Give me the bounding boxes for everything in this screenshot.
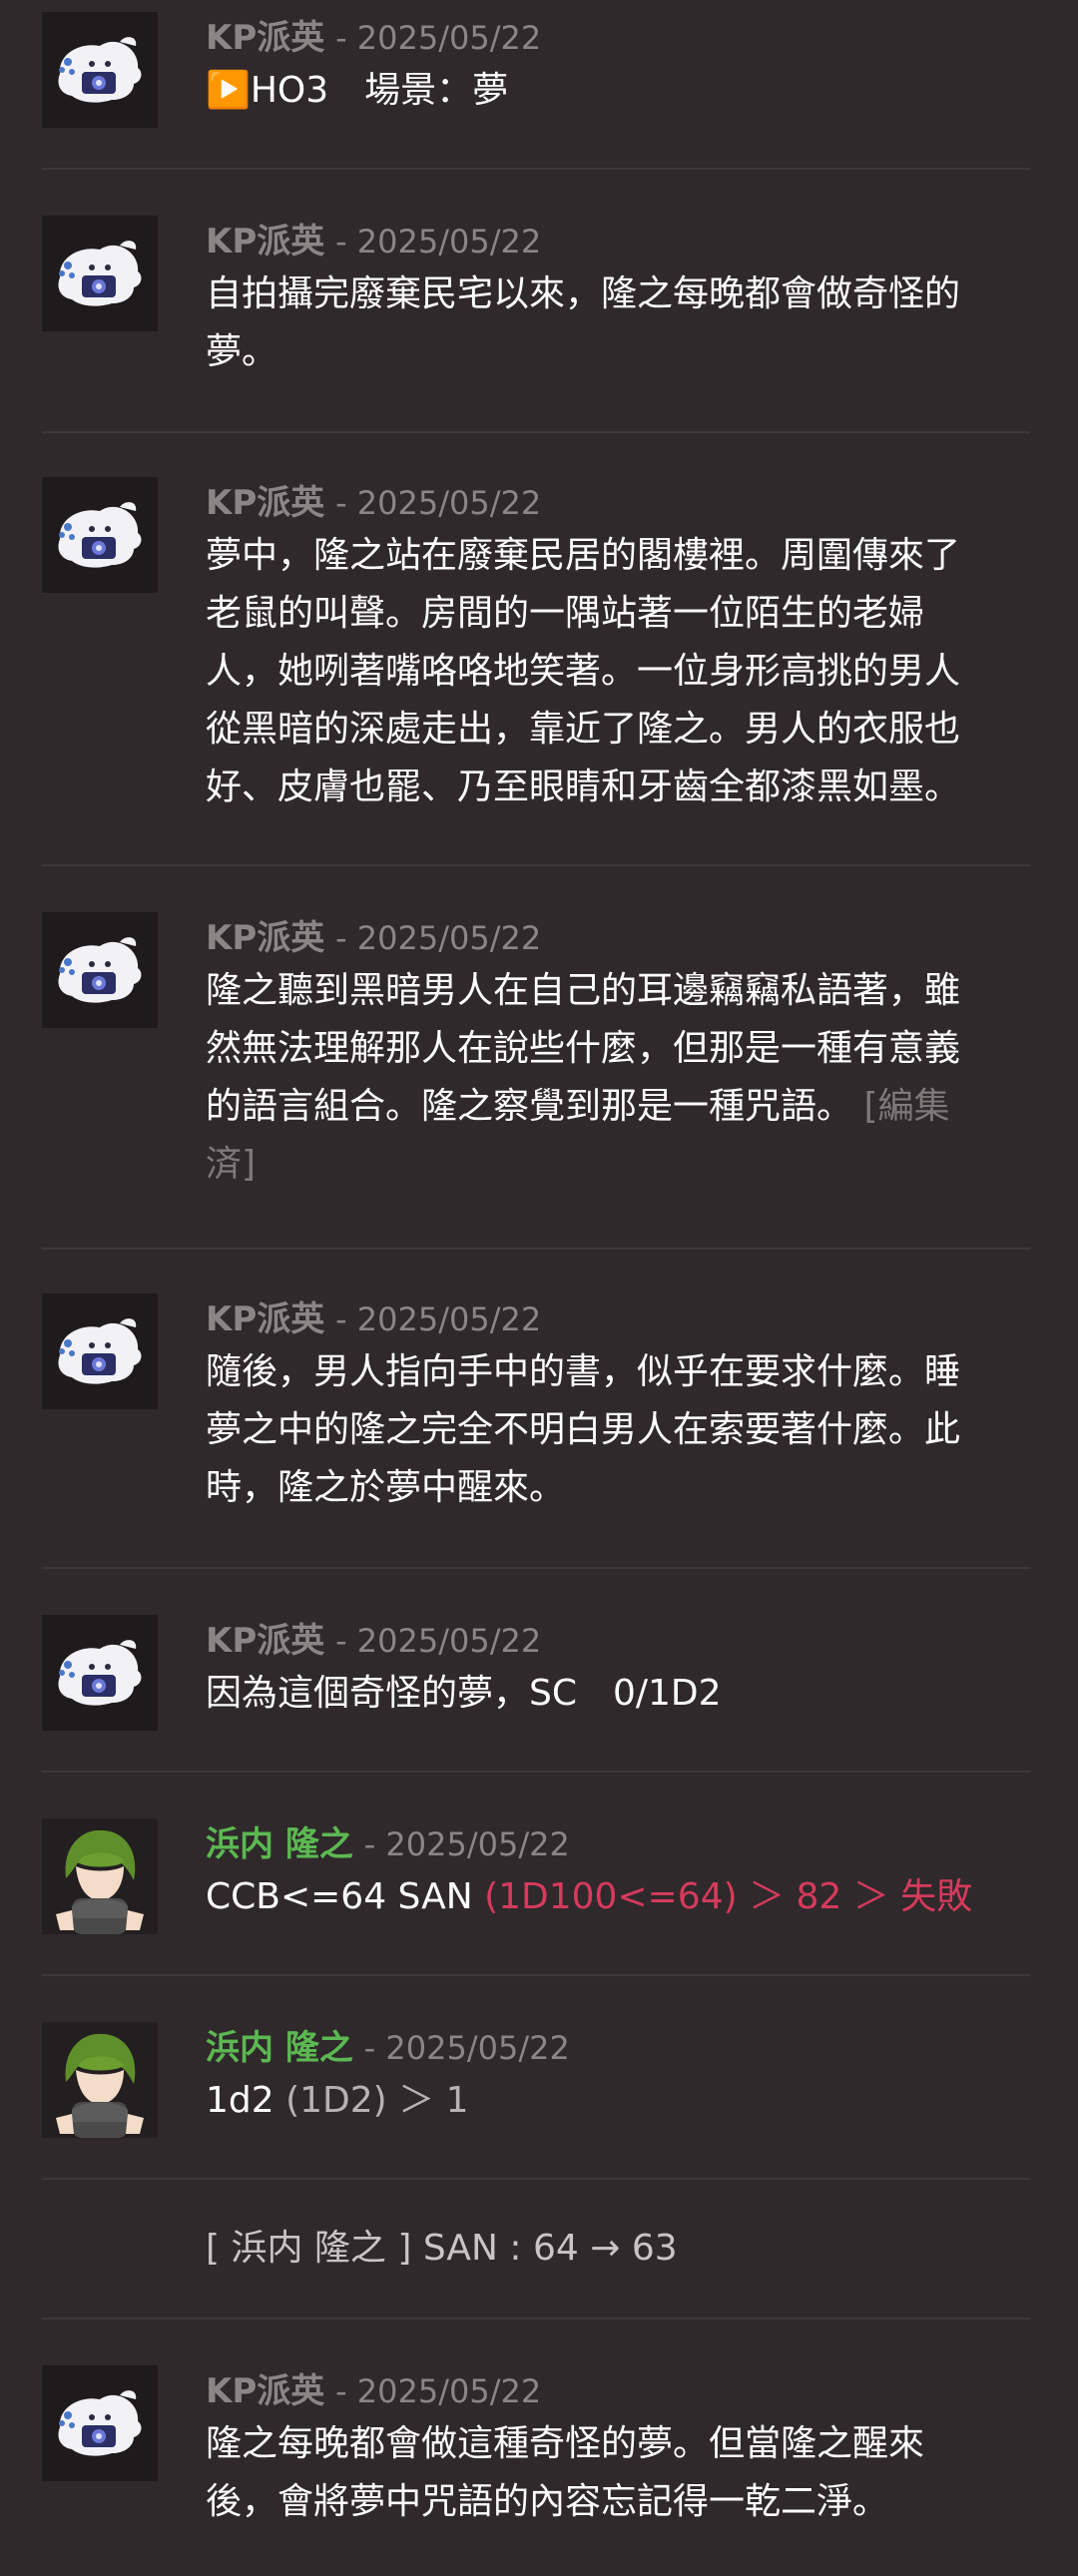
message-line: 夢之中的隆之完全不明白男人在索要著什麼。此 xyxy=(206,1409,961,1450)
sender-name[interactable]: KP派英 xyxy=(206,222,324,261)
message-line: 隆之聽到黑暗男人在自己的耳邊竊竊私語著，雖 xyxy=(206,970,961,1011)
dice-result: ＞ 1 xyxy=(386,2080,469,2121)
ghost-avatar[interactable] xyxy=(42,2365,158,2481)
message-header: KP派英 - 2025/05/22 xyxy=(206,479,1030,527)
message-header: KP派英 - 2025/05/22 xyxy=(206,218,1030,265)
message-divider xyxy=(42,2318,1030,2319)
ghost-avatar[interactable] xyxy=(42,216,158,331)
message-header: KP派英 - 2025/05/22 xyxy=(206,1617,1030,1665)
message-line: 夢。 xyxy=(206,331,278,372)
header-separator: - xyxy=(363,2029,386,2067)
header-separator: - xyxy=(335,19,357,57)
message-header: KP派英 - 2025/05/22 xyxy=(206,914,1030,962)
header-separator: - xyxy=(363,1825,386,1863)
message-body: 隨後，男人指向手中的書，似乎在要求什麼。睡 夢之中的隆之完全不明白男人在索要著什… xyxy=(206,1343,1030,1517)
chat-message: KP派英 - 2025/05/22 隆之每晚都會做這種奇怪的夢。但當隆之醒來 後… xyxy=(42,2365,1030,2555)
green-hair-character-avatar[interactable] xyxy=(42,2022,158,2138)
message-body: 隆之聽到黑暗男人在自己的耳邊竊竊私語著，雖 然無法理解那人在說些什麼，但那是一種… xyxy=(206,962,1030,1194)
chat-message: 浜内 隆之 - 2025/05/22 CCB<=64 SAN (1D100<=6… xyxy=(42,1818,1030,1948)
message-divider xyxy=(42,1248,1030,1250)
sender-name[interactable]: KP派英 xyxy=(206,2371,324,2411)
message-divider xyxy=(42,1771,1030,1773)
message-divider xyxy=(42,1567,1030,1569)
ghost-avatar[interactable] xyxy=(42,1615,158,1731)
message-line: 自拍攝完廢棄民宅以來，隆之每晚都會做奇怪的 xyxy=(206,273,961,314)
header-separator: - xyxy=(335,1622,357,1660)
message-divider xyxy=(42,1974,1030,1976)
chat-message: KP派英 - 2025/05/22 隨後，男人指向手中的書，似乎在要求什麼。睡 … xyxy=(42,1293,1030,1543)
message-date: 2025/05/22 xyxy=(356,1300,542,1338)
message-line: 的語言組合。隆之察覺到那是一種咒語。 [編集 xyxy=(206,1078,1030,1136)
header-separator: - xyxy=(335,919,357,957)
message-line: 時，隆之於夢中醒來。 xyxy=(206,1467,566,1508)
ghost-avatar[interactable] xyxy=(42,12,158,128)
header-separator: - xyxy=(335,484,357,522)
message-date: 2025/05/22 xyxy=(356,223,542,260)
message-line: 隨後，男人指向手中的書，似乎在要求什麼。睡 xyxy=(206,1351,961,1392)
message-divider xyxy=(42,431,1030,433)
message-body: ▶️HO3 場景：夢 xyxy=(206,62,1030,120)
message-line: 從黑暗的深處走出，靠近了隆之。男人的衣服也 xyxy=(206,709,961,750)
message-line: 好、皮膚也罷、乃至眼睛和牙齒全都漆黑如墨。 xyxy=(206,767,961,807)
message-line: 後，會將夢中咒語的內容忘記得一乾二淨。 xyxy=(206,2481,889,2522)
dice-result-fail: (1D100<=64) ＞ 82 ＞ 失敗 xyxy=(484,1876,973,1917)
message-header: 浜内 隆之 - 2025/05/22 xyxy=(206,1820,1030,1868)
sender-name[interactable]: KP派英 xyxy=(206,918,324,958)
dice-command: 1d2 xyxy=(206,2080,286,2121)
message-body: 因為這個奇怪的夢，SC 0/1D2 xyxy=(206,1665,1030,1723)
message-date: 2025/05/22 xyxy=(356,919,542,957)
message-date: 2025/05/22 xyxy=(385,1825,570,1863)
chat-log: KP派英 - 2025/05/22 ▶️HO3 場景：夢 KP派英 - 2025… xyxy=(0,0,1078,2576)
chat-message: KP派英 - 2025/05/22 自拍攝完廢棄民宅以來，隆之每晚都會做奇怪的 … xyxy=(42,216,1030,405)
message-divider xyxy=(42,168,1030,170)
message-header: KP派英 - 2025/05/22 xyxy=(206,1295,1030,1343)
dice-command: CCB<=64 SAN xyxy=(206,1876,485,1917)
message-body: CCB<=64 SAN (1D100<=64) ＞ 82 ＞ 失敗 xyxy=(206,1868,1030,1926)
sender-name[interactable]: KP派英 xyxy=(206,18,324,58)
chat-message: KP派英 - 2025/05/22 夢中，隆之站在廢棄民居的閣樓裡。周圍傳來了 … xyxy=(42,477,1030,836)
message-body: 夢中，隆之站在廢棄民居的閣樓裡。周圍傳來了 老鼠的叫聲。房間的一隅站著一位陌生的… xyxy=(206,527,1030,816)
message-line: 人，她咧著嘴咯咯地笑著。一位身形高挑的男人 xyxy=(206,651,961,692)
message-date: 2025/05/22 xyxy=(356,484,542,522)
message-line: 然無法理解那人在說些什麼，但那是一種有意義 xyxy=(206,1028,961,1069)
message-divider xyxy=(42,2178,1030,2180)
message-date: 2025/05/22 xyxy=(356,1622,542,1660)
message-body: 隆之每晚都會做這種奇怪的夢。但當隆之醒來 後，會將夢中咒語的內容忘記得一乾二淨。 xyxy=(206,2415,1030,2531)
header-separator: - xyxy=(335,2372,357,2410)
message-date: 2025/05/22 xyxy=(356,2372,542,2410)
message-text: 的語言組合。隆之察覺到那是一種咒語。 xyxy=(206,1086,853,1127)
system-message: [ 浜内 隆之 ] SAN : 64 → 63 xyxy=(206,2228,678,2269)
header-separator: - xyxy=(335,223,357,260)
message-line: 老鼠的叫聲。房間的一隅站著一位陌生的老婦 xyxy=(206,593,925,634)
ghost-avatar[interactable] xyxy=(42,477,158,593)
edited-marker: [編集 xyxy=(863,1086,950,1127)
message-header: 浜内 隆之 - 2025/05/22 xyxy=(206,2024,1030,2072)
sender-name[interactable]: KP派英 xyxy=(206,1299,324,1339)
message-line: 隆之每晚都會做這種奇怪的夢。但當隆之醒來 xyxy=(206,2423,925,2464)
message-line: ▶️HO3 場景：夢 xyxy=(206,70,509,111)
message-line: 因為這個奇怪的夢，SC 0/1D2 xyxy=(206,1673,722,1714)
chat-message: KP派英 - 2025/05/22 ▶️HO3 場景：夢 xyxy=(42,12,1030,142)
message-body: 自拍攝完廢棄民宅以來，隆之每晚都會做奇怪的 夢。 xyxy=(206,265,1030,381)
ghost-avatar[interactable] xyxy=(42,1293,158,1409)
message-date: 2025/05/22 xyxy=(356,19,542,57)
chat-message: 浜内 隆之 - 2025/05/22 1d2 (1D2) ＞ 1 xyxy=(42,2022,1030,2152)
message-body: 1d2 (1D2) ＞ 1 xyxy=(206,2072,1030,2130)
header-separator: - xyxy=(335,1300,357,1338)
sender-name[interactable]: KP派英 xyxy=(206,483,324,523)
sender-name[interactable]: KP派英 xyxy=(206,1621,324,1661)
chat-message: KP派英 - 2025/05/22 隆之聽到黑暗男人在自己的耳邊竊竊私語著，雖 … xyxy=(42,912,1030,1212)
message-date: 2025/05/22 xyxy=(385,2029,570,2067)
message-divider xyxy=(42,864,1030,866)
sender-name[interactable]: 浜内 隆之 xyxy=(206,2028,353,2068)
green-hair-character-avatar[interactable] xyxy=(42,1818,158,1934)
ghost-avatar[interactable] xyxy=(42,912,158,1028)
dice-formula: (1D2) xyxy=(285,2080,387,2121)
sender-name[interactable]: 浜内 隆之 xyxy=(206,1824,353,1864)
message-header: KP派英 - 2025/05/22 xyxy=(206,2367,1030,2415)
edited-marker-tail: 済] xyxy=(206,1144,257,1185)
chat-message: KP派英 - 2025/05/22 因為這個奇怪的夢，SC 0/1D2 xyxy=(42,1615,1030,1745)
message-line: 夢中，隆之站在廢棄民居的閣樓裡。周圍傳來了 xyxy=(206,535,961,576)
message-header: KP派英 - 2025/05/22 xyxy=(206,14,1030,62)
